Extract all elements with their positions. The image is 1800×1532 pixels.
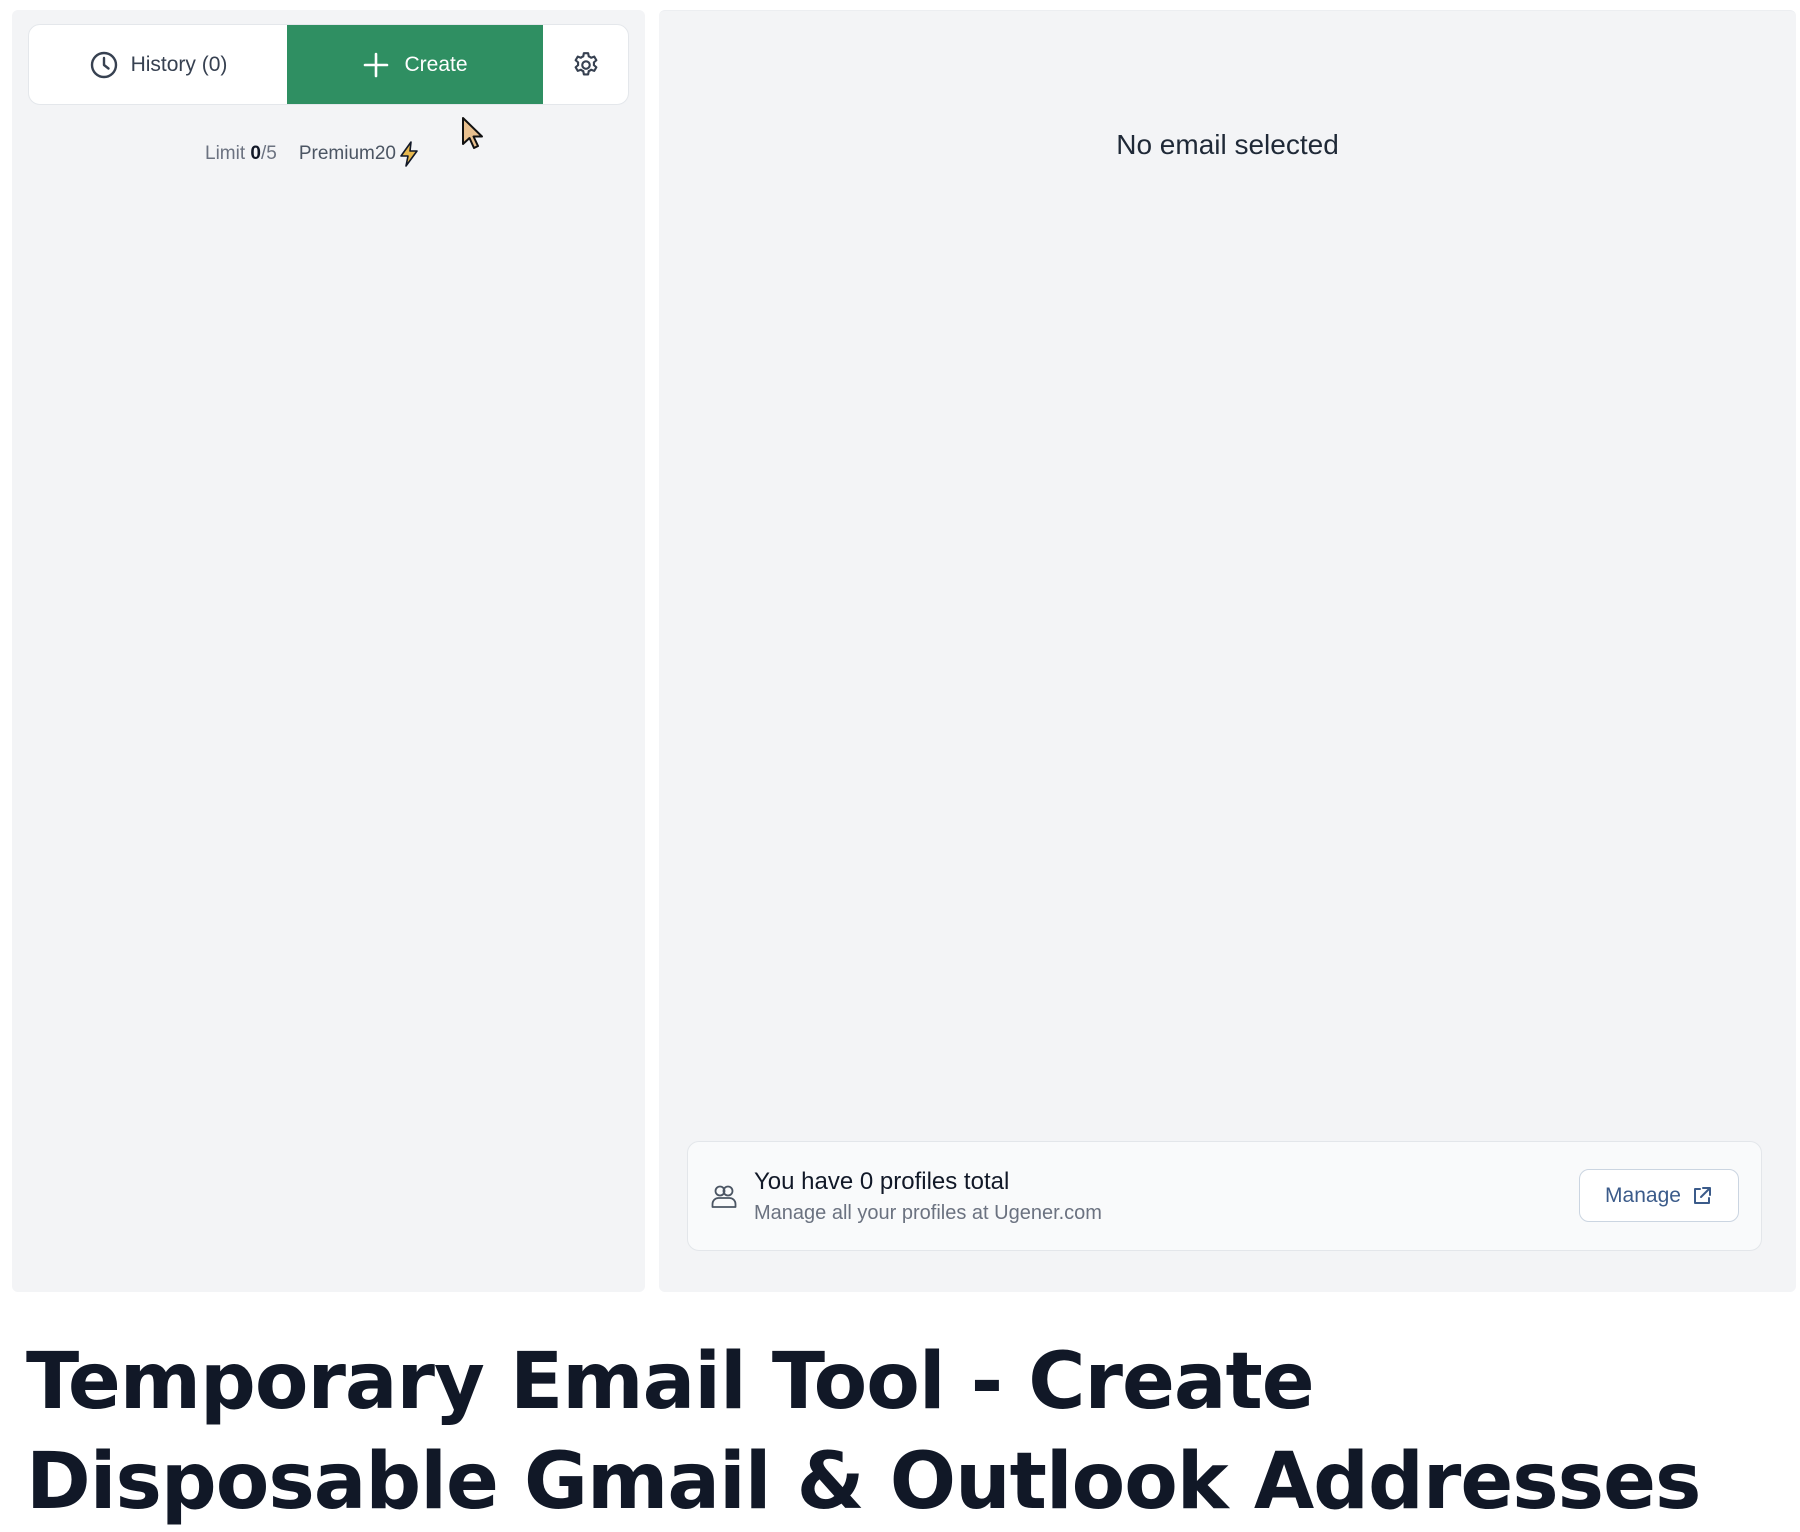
premium-label: Premium20 [298,143,396,164]
history-button[interactable]: History (0) [29,25,287,104]
sidebar-panel: History (0) Create Limit 0/5 Premium20 [12,10,645,1292]
premium-link[interactable]: Premium20 [299,141,420,167]
external-link-icon [1693,1186,1711,1204]
sidebar-toolbar: History (0) Create [28,24,629,105]
mouse-pointer-icon [462,117,483,149]
settings-button[interactable] [543,25,628,104]
page-headline: Temporary Email Tool - Create Disposable… [26,1337,1701,1527]
limit-total: /5 [260,143,277,164]
manage-button[interactable]: Manage [1579,1169,1739,1222]
limit-prefix: Limit [205,143,246,164]
users-icon [711,1185,737,1208]
create-button[interactable]: Create [287,25,543,104]
lightning-icon [400,141,418,167]
create-label: Create [404,52,468,76]
profiles-title: You have 0 profiles total [754,1168,1010,1195]
gear-icon [574,51,597,75]
empty-state-message: No email selected [1116,129,1339,160]
email-preview-panel: No email selected You have 0 profiles to… [659,10,1796,1292]
plus-icon [364,52,389,77]
limit-row: Limit 0/5 Premium20 [205,141,420,167]
profiles-card: You have 0 profiles total Manage all you… [687,1141,1762,1251]
manage-label: Manage [1605,1183,1681,1207]
limit-counter: Limit 0/5 [205,143,277,165]
history-label: History (0) [130,52,228,76]
profiles-subtitle: Manage all your profiles at Ugener.com [754,1202,1102,1224]
limit-used: 0 [250,143,261,164]
clock-icon [90,51,117,78]
